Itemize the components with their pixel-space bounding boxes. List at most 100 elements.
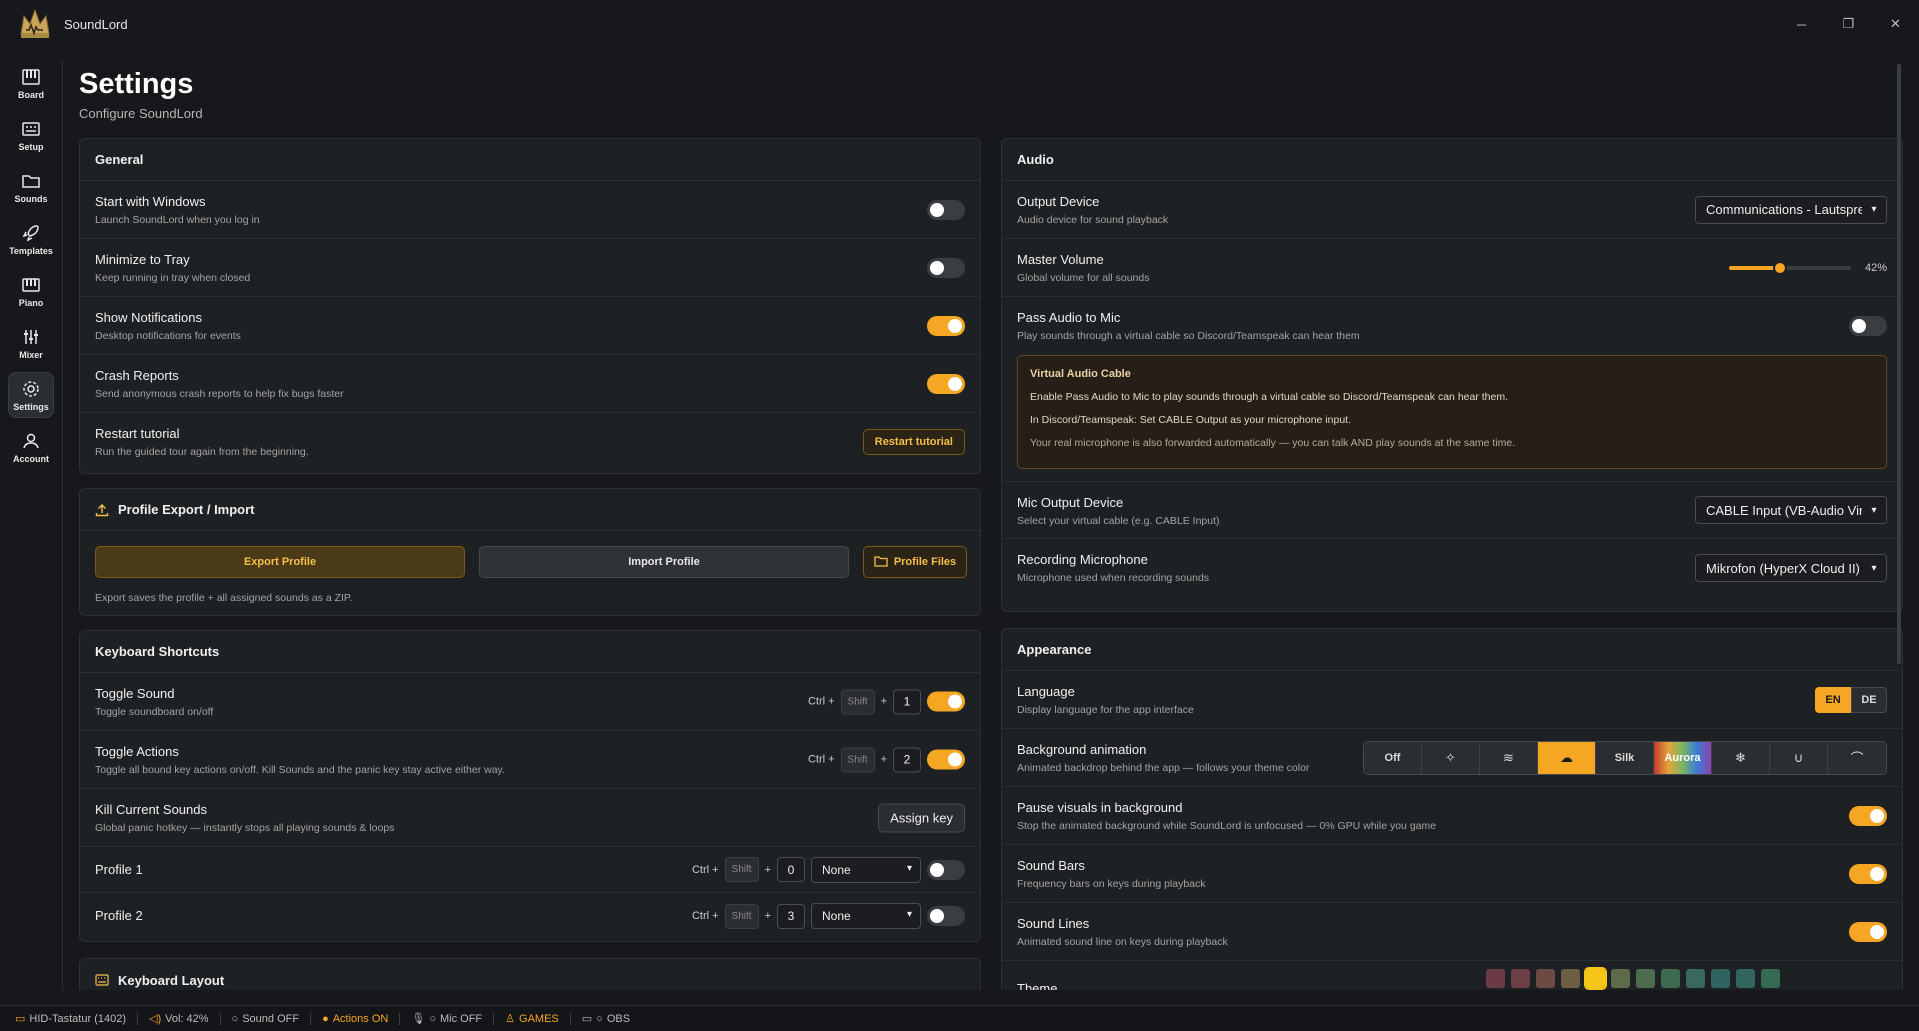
theme-swatch[interactable] (1711, 969, 1730, 988)
shift-modifier-button[interactable]: Shift (724, 903, 759, 929)
show-notifications-toggle[interactable] (927, 315, 965, 336)
toggle-actions-toggle[interactable] (927, 749, 965, 770)
sidebar-item-sounds[interactable]: Sounds (8, 164, 54, 210)
slider-thumb[interactable] (1773, 260, 1788, 275)
key-field[interactable]: 2 (893, 747, 921, 772)
sidebar-item-setup[interactable]: Setup (8, 112, 54, 158)
profile-files-label: Profile Files (893, 556, 957, 568)
theme-swatch[interactable] (1736, 969, 1755, 988)
theme-swatch[interactable] (1584, 967, 1607, 990)
status-sound[interactable]: ○ Sound OFF (232, 1013, 300, 1025)
status-actions[interactable]: ● Actions ON (322, 1013, 388, 1025)
bg-anim-cloud-button[interactable]: ☁ (1538, 741, 1596, 774)
monitor-icon: ▭ (581, 1013, 593, 1025)
status-games[interactable]: ♙ GAMES (505, 1012, 559, 1026)
card-header: Appearance (1002, 629, 1902, 671)
restart-tutorial-button[interactable]: Restart tutorial (862, 429, 965, 455)
theme-swatch[interactable] (1761, 969, 1780, 988)
theme-swatch[interactable] (1686, 969, 1705, 988)
sidebar-item-piano[interactable]: Piano (8, 268, 54, 314)
sidebar-item-settings[interactable]: Settings (8, 372, 54, 418)
bg-anim-snow-button[interactable]: ❄ (1712, 741, 1770, 774)
close-button[interactable]: ✕ (1872, 0, 1919, 48)
master-volume-slider[interactable] (1728, 260, 1851, 276)
minimize-to-tray-toggle[interactable] (927, 257, 965, 278)
key-field[interactable]: 0 (777, 857, 805, 882)
pause-visuals-toggle[interactable] (1849, 805, 1887, 826)
language-en-button[interactable]: EN (1815, 686, 1851, 713)
folder-icon (22, 174, 40, 188)
restore-icon: ❐ (1842, 16, 1855, 31)
select-value: Mikrofon (HyperX Cloud II) (1706, 560, 1860, 576)
minimize-button[interactable]: ─ (1778, 0, 1825, 48)
shift-modifier-button[interactable]: Shift (724, 857, 759, 882)
ctrl-modifier: Ctrl + (691, 910, 719, 922)
status-obs[interactable]: ▭ ○ OBS (581, 1012, 630, 1026)
theme-swatch[interactable] (1511, 969, 1530, 988)
output-device-select[interactable]: Communications - Lautsprecher ▾ (1695, 195, 1887, 224)
select-value: None (822, 909, 851, 923)
setting-title: Mic Output Device (1017, 495, 1124, 510)
setting-title: Theme (1017, 981, 1058, 990)
sidebar-item-mixer[interactable]: Mixer (8, 320, 54, 366)
key-field[interactable]: 3 (777, 903, 805, 929)
pass-audio-toggle[interactable] (1849, 316, 1887, 336)
profile-2-toggle[interactable] (927, 906, 965, 926)
key-field[interactable]: 1 (893, 689, 921, 714)
sidebar-item-account[interactable]: Account (8, 424, 54, 470)
crash-reports-toggle[interactable] (927, 373, 965, 394)
assign-key-button[interactable]: Assign key (878, 803, 965, 832)
title-bar: SoundLord ─ ❐ ✕ (0, 0, 1919, 48)
bg-anim-waves-button[interactable]: ≋ (1480, 741, 1538, 774)
theme-swatch[interactable] (1611, 969, 1630, 988)
bg-anim-silk-button[interactable]: Silk (1596, 741, 1654, 774)
sound-bars-toggle[interactable] (1849, 863, 1887, 884)
theme-swatch[interactable] (1661, 969, 1680, 988)
bg-anim-off-button[interactable]: Off (1364, 741, 1422, 774)
setting-description: Display language for the app interface (1017, 704, 1194, 716)
theme-swatch[interactable] (1536, 969, 1555, 988)
profile-select[interactable]: None ▾ (811, 903, 921, 929)
shift-modifier-button[interactable]: Shift (840, 747, 875, 772)
card-header: Audio (1002, 139, 1902, 181)
status-sound-label: Sound OFF (242, 1012, 300, 1025)
setting-description: Send anonymous crash reports to help fix… (95, 388, 344, 400)
sound-lines-toggle[interactable] (1849, 921, 1887, 942)
setting-title: Profile 1 (95, 862, 143, 877)
sidebar-item-board[interactable]: Board (8, 60, 54, 106)
sidebar-item-templates[interactable]: Templates (8, 216, 54, 262)
signal-icon: ⌒ (1850, 751, 1864, 766)
recording-microphone-select[interactable]: Mikrofon (HyperX Cloud II) ▾ (1695, 554, 1887, 582)
card-header: Profile Export / Import (80, 489, 980, 531)
start-with-windows-toggle[interactable] (927, 199, 965, 220)
bg-anim-aurora-button[interactable]: Aurora (1654, 741, 1712, 774)
setting-description: Launch SoundLord when you log in (95, 214, 260, 226)
theme-swatch[interactable] (1636, 969, 1655, 988)
theme-swatch[interactable] (1486, 969, 1505, 988)
waves-icon: ≋ (1503, 749, 1514, 765)
gear-icon (23, 380, 39, 397)
profile-1-toggle[interactable] (927, 859, 965, 880)
profile-select[interactable]: None ▾ (811, 856, 921, 883)
bg-anim-signal-button[interactable]: ⌒ (1828, 741, 1886, 774)
theme-swatch[interactable] (1561, 969, 1580, 988)
keyboard-layout-card: Keyboard Layout (79, 958, 981, 990)
user-icon (23, 433, 39, 448)
scrollbar-thumb[interactable] (1897, 64, 1901, 664)
mic-output-device-select[interactable]: CABLE Input (VB-Audio Virtual Cable)▾ (1695, 496, 1887, 524)
language-de-button[interactable]: DE (1851, 686, 1887, 713)
bg-anim-magnet-button[interactable]: ∪ (1770, 741, 1828, 774)
plus-sign: + (764, 910, 771, 922)
snowflake-icon: ❄ (1735, 749, 1746, 765)
status-mic[interactable]: 🎙 ○ Mic OFF (411, 1012, 483, 1026)
shortcut-row: Profile 1 Ctrl + Shift + 0 None ▾ (80, 847, 980, 893)
export-profile-button[interactable]: Export Profile (95, 546, 465, 578)
maximize-button[interactable]: ❐ (1825, 0, 1872, 48)
status-mic-label: Mic OFF (439, 1012, 483, 1025)
shift-modifier-button[interactable]: Shift (840, 689, 875, 714)
bg-anim-particles-button[interactable]: ✧ (1422, 741, 1480, 774)
virtual-audio-cable-info: Virtual Audio Cable Enable Pass Audio to… (1017, 355, 1887, 469)
profile-files-button[interactable]: Profile Files (863, 546, 967, 578)
import-profile-button[interactable]: Import Profile (479, 546, 849, 578)
toggle-sound-toggle[interactable] (927, 691, 965, 712)
